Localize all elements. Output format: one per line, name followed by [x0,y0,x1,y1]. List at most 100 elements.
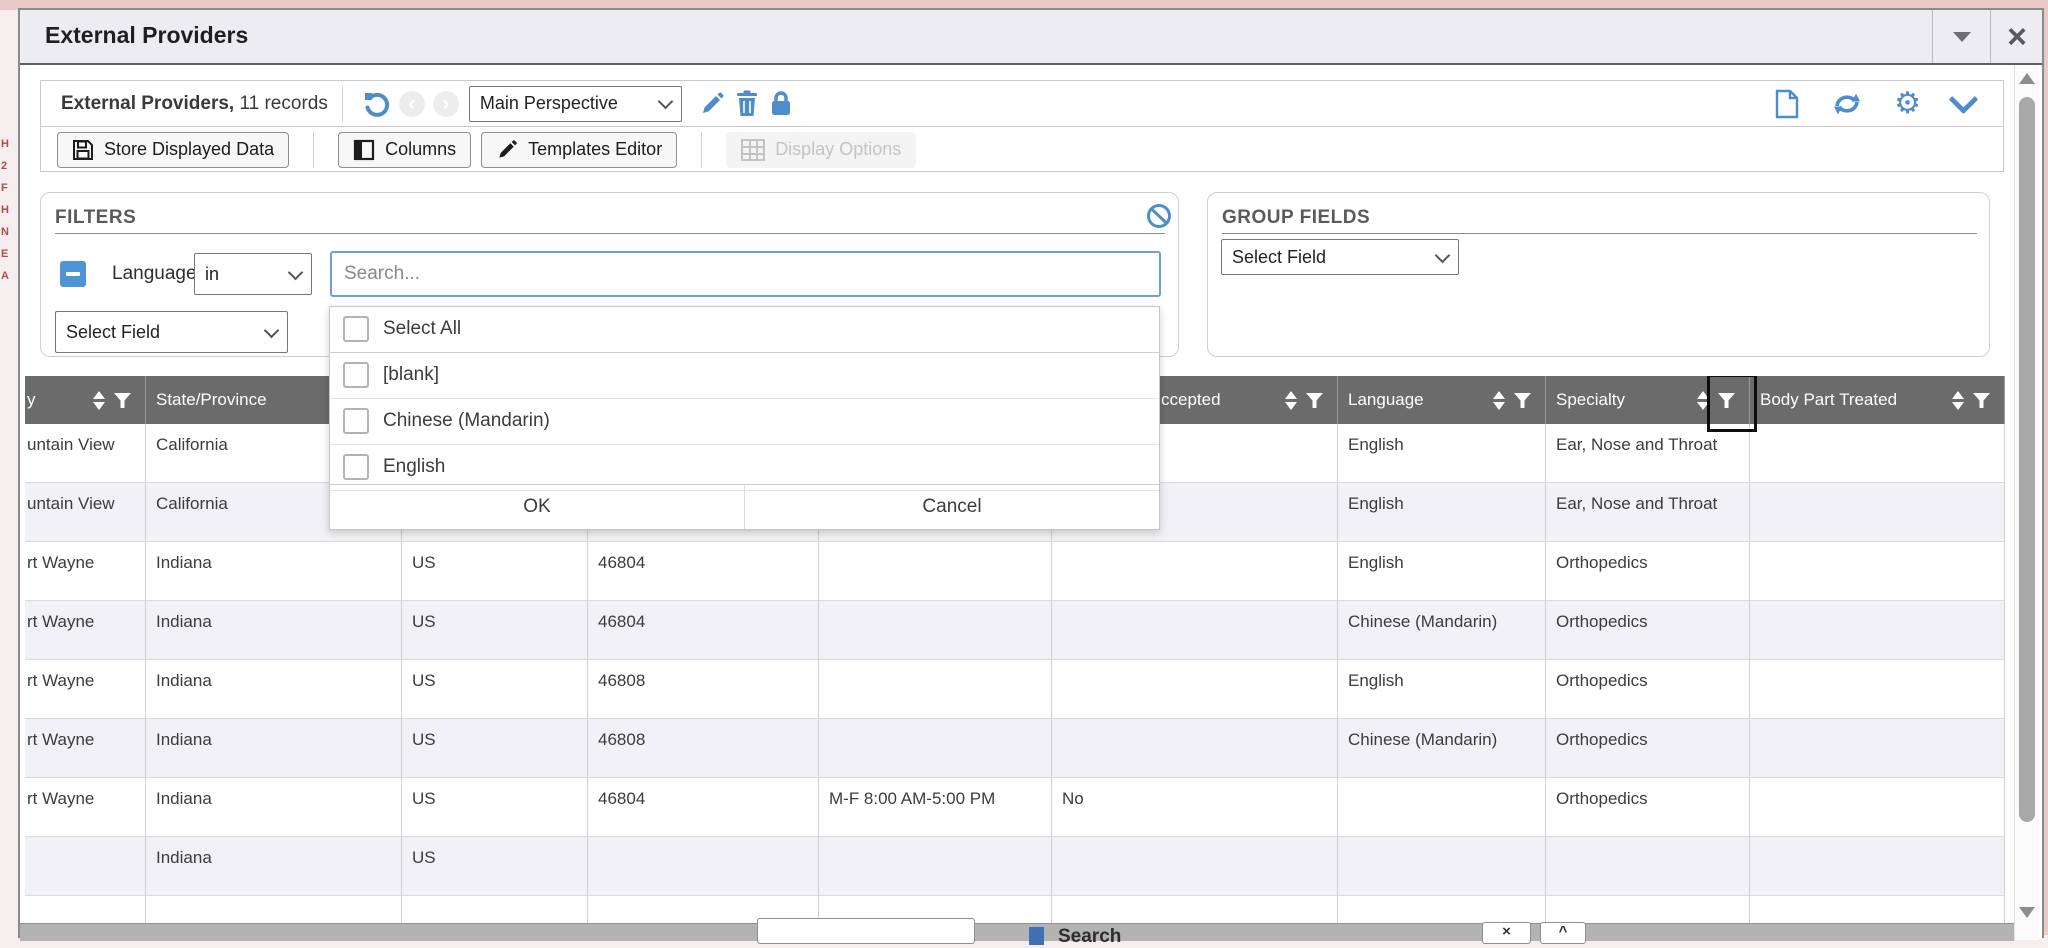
delete-perspective-button[interactable] [730,90,764,117]
cell-state: Indiana [146,837,402,896]
ok-button[interactable]: OK [330,485,745,529]
cell-accepted [1052,837,1338,896]
filter-enabled-checkbox[interactable] [60,261,86,287]
cell-body_part [1750,483,2005,542]
background-page-right [2044,0,2048,935]
chevron-down-icon [1435,247,1451,263]
scrollbar-thumb[interactable] [2019,97,2035,822]
perspective-select[interactable]: Main Perspective [469,86,682,122]
footer-search-label: Search [1058,926,1121,948]
columns-label: Columns [385,139,456,160]
new-document-button[interactable] [1769,89,1805,119]
lock-perspective-button[interactable] [764,90,798,117]
dialog-close-button[interactable]: × [1990,10,2043,63]
history-forward-button[interactable]: › [433,91,459,117]
cell-hours [819,837,1052,896]
close-icon: × [2007,22,2027,52]
language-option[interactable]: Select All [330,307,1159,353]
cell-country: US [402,601,588,660]
cell-specialty: Orthopedics [1546,601,1750,660]
settings-button[interactable]: ⚙ [1889,89,1926,119]
clear-filters-button[interactable] [1146,203,1172,229]
column-header-language[interactable]: Language [1338,376,1546,424]
filter-funnel-button[interactable] [1973,393,1990,408]
sort-icon[interactable] [1952,391,1964,410]
column-header-specialty[interactable]: Specialty [1546,376,1750,424]
column-header-icons [1493,376,1531,424]
toolbar: External Providers, 11 records ‹ › Main … [40,80,2004,172]
cell-city: untain View [25,424,146,483]
columns-button[interactable]: Columns [338,132,471,168]
table-row[interactable]: rt WayneIndianaUS46804EnglishOrthopedics [25,542,2005,601]
cell-language: English [1338,542,1546,601]
scroll-up-arrow-icon[interactable] [2019,73,2035,84]
column-header-icons [93,376,131,424]
edit-perspective-button[interactable] [694,91,730,117]
cell-body_part [1750,424,2005,483]
column-header-icons [1285,376,1323,424]
background-text-fragment: H [1,204,9,216]
footer-button-1[interactable]: × [1482,922,1531,944]
column-label: State/Province [146,390,267,410]
templates-editor-button[interactable]: Templates Editor [481,132,677,168]
option-checkbox[interactable] [343,362,369,388]
table-row[interactable]: rt WayneIndianaUS46808EnglishOrthopedics [25,660,2005,719]
records-count-value: 11 records [234,93,328,114]
vertical-scrollbar[interactable] [2014,65,2039,940]
cancel-button[interactable]: Cancel [745,485,1159,529]
chevron-left-icon: ‹ [409,94,416,114]
perspective-value: Main Perspective [480,93,618,114]
language-option[interactable]: Chinese (Mandarin) [330,399,1159,445]
dialog-menu-button[interactable] [1932,10,1991,63]
filter-funnel-button[interactable] [114,393,131,408]
cell-zip: 46804 [588,542,819,601]
background-text-fragment: F [1,182,8,194]
footer-grid-icon [1029,927,1044,945]
cell-country: US [402,778,588,837]
table-row[interactable]: IndianaUS [25,837,2005,896]
cell-language [1338,778,1546,837]
undo-button[interactable] [357,90,395,118]
group-field-select[interactable]: Select Field [1221,239,1459,275]
cell-accepted [1052,896,1338,925]
cell-hours [819,660,1052,719]
footer-page-size-select[interactable] [757,918,975,944]
filter-operator-select[interactable]: in [194,253,312,295]
column-label: Body Part Treated [1750,390,1897,410]
sort-icon[interactable] [1493,391,1505,410]
collapse-toolbar-button[interactable] [1948,97,1979,110]
filter-funnel-button[interactable] [1514,393,1531,408]
language-filter-footer: OK Cancel [330,484,1159,529]
language-option[interactable]: [blank] [330,353,1159,399]
cell-zip [588,837,819,896]
divider [313,132,314,168]
option-checkbox[interactable] [343,408,369,434]
cell-specialty: Ear, Nose and Throat [1546,424,1750,483]
cell-zip: 46808 [588,660,819,719]
refresh-button[interactable] [1827,90,1867,118]
table-row[interactable]: rt WayneIndianaUS46808Chinese (Mandarin)… [25,719,2005,778]
footer-button-2[interactable]: ^ [1540,922,1586,944]
cell-language: English [1338,660,1546,719]
table-row[interactable]: rt WayneIndianaUS46804Chinese (Mandarin)… [25,601,2005,660]
filter-search-input[interactable] [330,251,1161,297]
add-filter-field-select[interactable]: Select Field [55,311,288,353]
display-options-label: Display Options [775,139,901,160]
cell-specialty: Orthopedics [1546,542,1750,601]
store-displayed-data-button[interactable]: Store Displayed Data [57,132,289,168]
chevron-down-icon [264,322,280,338]
history-back-button[interactable]: ‹ [399,91,425,117]
filters-title: FILTERS [55,207,136,229]
option-checkbox[interactable] [343,316,369,342]
filter-funnel-button[interactable] [1718,393,1735,408]
sort-icon[interactable] [93,391,105,410]
table-row[interactable] [25,896,2005,925]
column-header-body_part[interactable]: Body Part Treated [1750,376,2005,424]
column-header-city[interactable]: y [25,376,146,424]
filter-funnel-button[interactable] [1306,393,1323,408]
funnel-icon [1973,393,1990,408]
sort-icon[interactable] [1285,391,1297,410]
option-checkbox[interactable] [343,454,369,480]
table-row[interactable]: rt WayneIndianaUS46804M-F 8:00 AM-5:00 P… [25,778,2005,837]
scroll-down-arrow-icon[interactable] [2019,907,2035,918]
